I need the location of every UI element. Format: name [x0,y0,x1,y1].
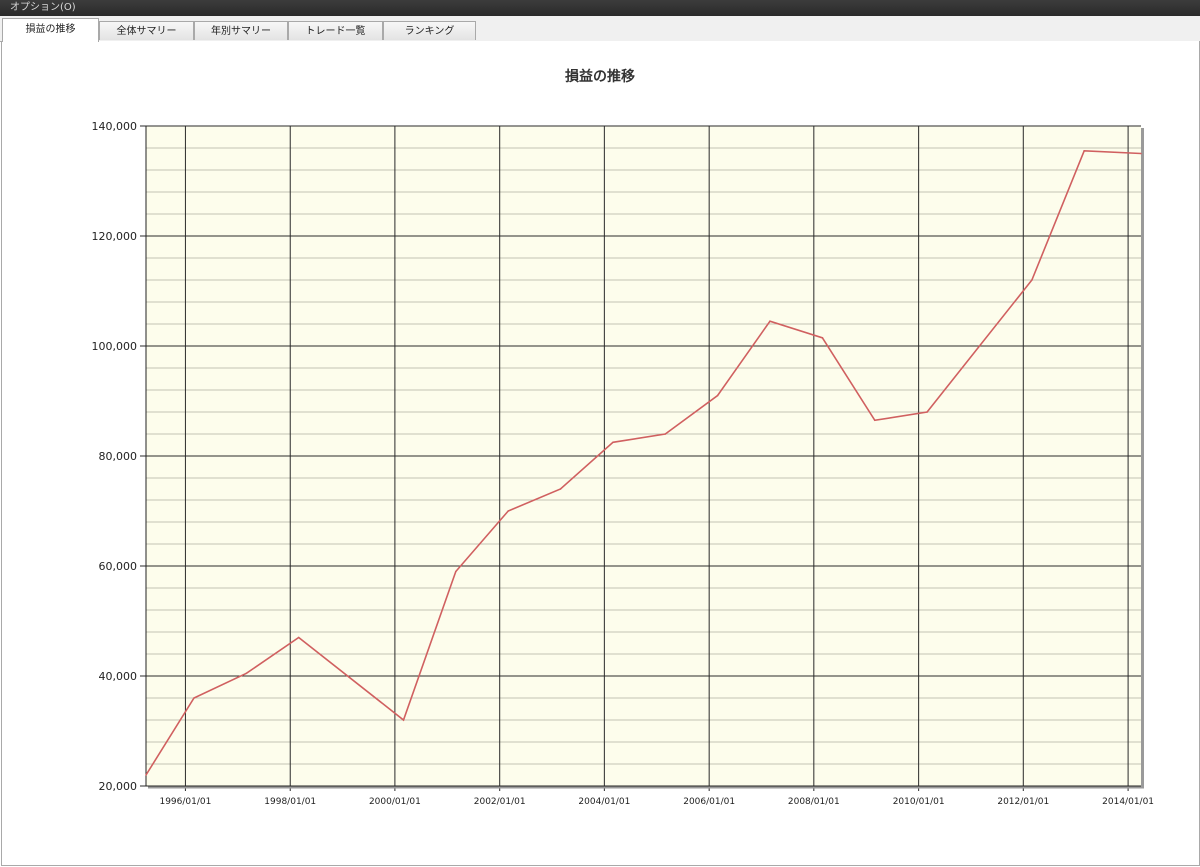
x-tick-label: 2002/01/01 [474,797,526,807]
data-point [769,320,771,323]
x-tick-label: 1998/01/01 [264,797,316,807]
x-tick-label: 2012/01/01 [997,797,1049,807]
x-tick-label: 1996/01/01 [159,797,211,807]
tab-profit-trend[interactable]: 損益の推移 [2,18,99,42]
data-point [193,697,195,699]
y-tick-label: 100,000 [92,340,138,353]
x-tick-label: 2000/01/01 [369,797,421,807]
data-point [1140,152,1142,155]
x-tick-label: 2006/01/01 [683,797,735,807]
data-point [507,510,509,512]
data-point [297,636,300,639]
data-point [145,774,147,776]
y-tick-label: 20,000 [99,780,138,793]
y-tick-label: 60,000 [99,560,138,573]
y-tick-label: 140,000 [92,120,138,133]
y-tick-label: 40,000 [99,670,138,683]
data-point [664,433,667,435]
data-point [716,394,719,397]
x-tick-label: 2014/01/01 [1102,797,1154,807]
profit-trend-chart: 損益の推移 20,000 40,000 60,000 80,000 100,000 120… [92,68,1155,807]
y-tick-label: 80,000 [99,450,138,463]
data-point [455,570,457,573]
x-tick-label: 2004/01/01 [578,797,630,807]
data-point [559,488,562,490]
x-tick-label: 2010/01/01 [893,797,945,807]
data-point [821,336,824,339]
x-tick-label: 2008/01/01 [788,797,840,807]
y-tick-label: 120,000 [92,230,138,243]
data-point [1083,149,1086,152]
chart-title: 損益の推移 [565,68,635,85]
data-point [873,419,876,422]
data-point [245,672,248,675]
data-point [402,719,405,721]
data-point [612,441,614,444]
data-point [1031,279,1033,281]
data-point [926,411,928,413]
